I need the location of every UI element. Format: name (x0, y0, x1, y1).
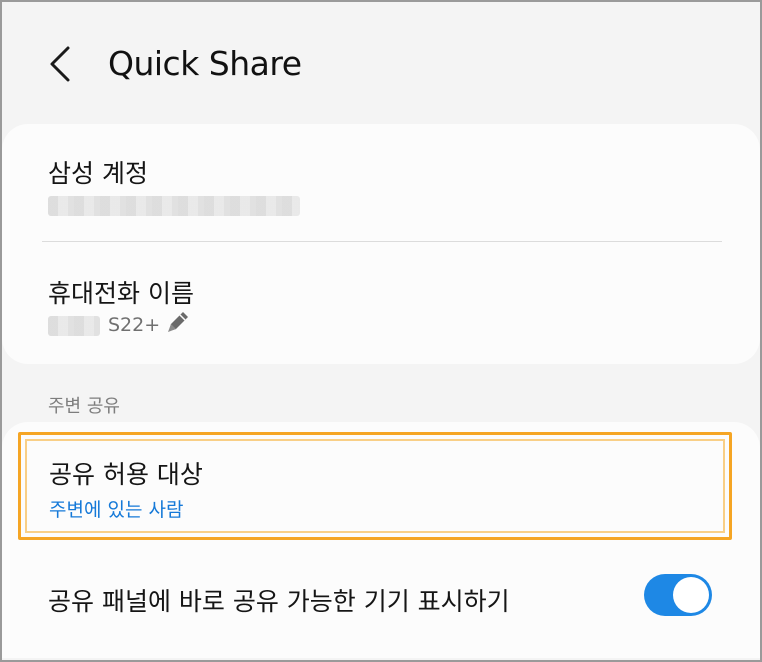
device-name-row[interactable]: 휴대전화 이름 S22+ (2, 242, 760, 364)
account-email-redacted (48, 196, 300, 216)
device-name-redacted (48, 316, 100, 336)
settings-screen: Quick Share 삼성 계정 휴대전화 이름 S22+ 주변 공유 공유 … (0, 0, 762, 662)
account-card: 삼성 계정 휴대전화 이름 S22+ (2, 124, 760, 364)
samsung-account-row[interactable]: 삼성 계정 (2, 124, 760, 242)
share-permission-label: 공유 허용 대상 (49, 460, 203, 489)
share-permission-value: 주변에 있는 사람 (49, 499, 184, 521)
toggle-knob (673, 577, 709, 613)
back-button[interactable] (38, 40, 86, 88)
show-devices-toggle[interactable] (644, 574, 712, 616)
show-devices-label: 공유 패널에 바로 공유 가능한 기기 표시하기 (48, 587, 510, 616)
section-header-nearby-share: 주변 공유 (48, 396, 120, 417)
device-name-label: 휴대전화 이름 (48, 279, 194, 308)
chevron-left-icon (50, 46, 70, 82)
app-bar: Quick Share (2, 26, 760, 102)
page-title: Quick Share (108, 44, 302, 83)
samsung-account-label: 삼성 계정 (48, 159, 148, 188)
share-permission-row[interactable]: 공유 허용 대상 주변에 있는 사람 (18, 432, 732, 540)
pencil-icon[interactable] (164, 308, 192, 336)
device-model-text: S22+ (108, 314, 161, 336)
